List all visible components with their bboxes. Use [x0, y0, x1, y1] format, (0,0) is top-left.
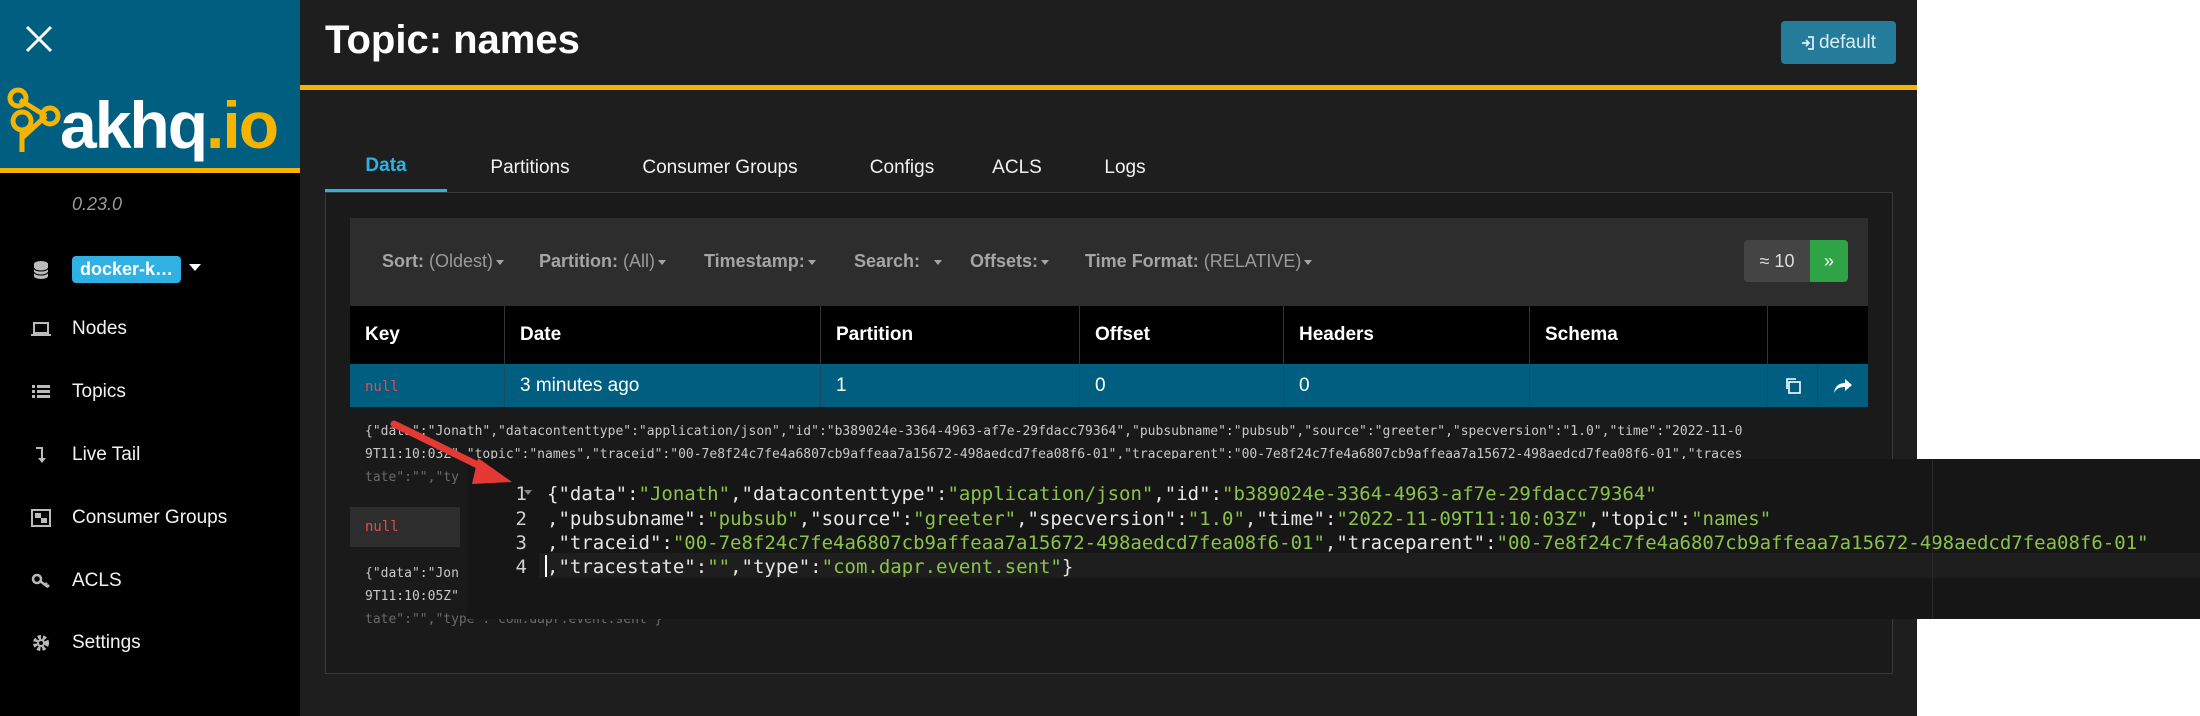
page-header: Topic: names default — [300, 0, 1917, 90]
sidebar-item-consumer-groups[interactable]: Consumer Groups — [0, 498, 300, 538]
offsets-dropdown[interactable]: Offsets: — [970, 251, 1050, 272]
sidebar: akhq.io 0.23.0 docker-k… Nodes Topics Li… — [0, 0, 300, 716]
tab-configs[interactable]: Configs — [851, 143, 953, 193]
user-button[interactable]: default — [1781, 21, 1896, 64]
line-gutter: 1 2 3 4 — [467, 459, 539, 619]
message-value-line: tate":"","ty — [365, 470, 459, 485]
object-group-icon — [31, 509, 51, 527]
logo-icon — [7, 87, 61, 152]
sidebar-item-acls[interactable]: ACLS — [0, 561, 300, 601]
close-icon[interactable] — [22, 22, 56, 56]
code-line: ,"pubsubname":"pubsub","source":"greeter… — [547, 508, 1772, 530]
table-row[interactable]: null — [350, 507, 460, 547]
cell-schema — [1530, 364, 1768, 407]
tab-partitions[interactable]: Partitions — [466, 143, 594, 193]
cell-key: null — [365, 519, 399, 535]
code-line: ,"tracestate":"","type":"com.dapr.event.… — [547, 556, 1074, 578]
caret-down-icon — [807, 259, 816, 265]
column-header-schema[interactable]: Schema — [1530, 306, 1768, 364]
caret-down-icon — [658, 259, 667, 265]
column-header-partition[interactable]: Partition — [821, 306, 1080, 364]
column-header-date[interactable]: Date — [505, 306, 821, 364]
data-toolbar: Sort: (Oldest) Partition: (All) Timestam… — [350, 218, 1868, 306]
tab-consumer-groups[interactable]: Consumer Groups — [615, 143, 825, 193]
laptop-icon — [31, 322, 51, 336]
line-number: 3 — [515, 532, 527, 554]
timestamp-dropdown[interactable]: Timestamp: — [704, 251, 816, 272]
sign-in-icon — [1801, 35, 1814, 50]
tab-data[interactable]: Data — [325, 143, 447, 193]
logo-wordmark: akhq.io — [60, 88, 279, 162]
sidebar-item-label: Live Tail — [72, 444, 141, 465]
partition-dropdown[interactable]: Partition: (All) — [539, 251, 667, 272]
page-title: Topic: names — [325, 18, 580, 62]
message-count-badge: ≈ 10 — [1744, 240, 1810, 282]
caret-down-icon — [496, 259, 505, 265]
tab-acls[interactable]: ACLS — [975, 143, 1059, 193]
key-icon — [31, 573, 50, 588]
cell-headers: 0 — [1284, 364, 1530, 407]
sidebar-item-label: Consumer Groups — [72, 507, 228, 528]
cell-offset: 0 — [1080, 364, 1284, 407]
cluster-selector[interactable]: docker-k… — [72, 256, 182, 283]
sidebar-item-label: Nodes — [72, 318, 127, 339]
sidebar-item-nodes[interactable]: Nodes — [0, 309, 300, 349]
cell-key: null — [350, 364, 505, 407]
code-line: {"data":"Jonath","datacontenttype":"appl… — [547, 483, 1657, 505]
sidebar-item-label: Settings — [72, 632, 141, 653]
column-header-key[interactable]: Key — [350, 306, 505, 364]
sidebar-item-live-tail[interactable]: Live Tail — [0, 435, 300, 475]
next-page-button[interactable]: » — [1810, 240, 1848, 282]
list-icon — [32, 385, 50, 398]
logo-area: akhq.io — [0, 0, 300, 173]
line-number: 2 — [515, 508, 527, 530]
sidebar-item-label: Topics — [72, 381, 126, 402]
user-button-label: default — [1818, 31, 1877, 53]
caret-down-icon — [1041, 259, 1050, 265]
column-header-offset[interactable]: Offset — [1080, 306, 1284, 364]
column-header-headers[interactable]: Headers — [1284, 306, 1530, 364]
tab-logs[interactable]: Logs — [1080, 143, 1170, 193]
level-down-icon — [36, 447, 46, 463]
sort-dropdown[interactable]: Sort: (Oldest) — [382, 251, 505, 272]
search-dropdown[interactable]: Search: — [854, 251, 943, 272]
line-number: 1 — [515, 483, 527, 505]
gear-icon — [33, 635, 49, 651]
line-number: 4 — [515, 556, 527, 578]
cell-date: 3 minutes ago — [505, 364, 821, 407]
text-cursor — [545, 555, 547, 577]
caret-down-icon — [934, 259, 943, 265]
table-header: Key Date Partition Offset Headers Schema — [350, 306, 1868, 364]
sidebar-item-topics[interactable]: Topics — [0, 372, 300, 412]
code-line: ,"traceid":"00-7e8f24c7fe4a6807cb9affeaa… — [547, 532, 2149, 554]
message-value-line: 9T11:10:05Z" — [365, 589, 459, 604]
fold-arrow-icon[interactable] — [524, 490, 532, 495]
share-icon[interactable] — [1818, 364, 1868, 407]
chevron-down-icon[interactable] — [189, 264, 201, 271]
database-icon — [33, 261, 49, 279]
sidebar-item-settings[interactable]: Settings — [0, 623, 300, 663]
table-row[interactable]: null 3 minutes ago 1 0 0 — [350, 364, 1868, 407]
sidebar-item-label: ACLS — [72, 570, 122, 591]
json-editor[interactable]: 1 2 3 4 {"data":"Jonath","datacontenttyp… — [467, 459, 2200, 619]
message-value-line: {"data":"Jon — [365, 566, 459, 581]
caret-down-icon — [1304, 259, 1313, 265]
app-version: 0.23.0 — [72, 194, 123, 214]
editor-divider — [1932, 459, 1933, 619]
cell-partition: 1 — [821, 364, 1080, 407]
time-format-dropdown[interactable]: Time Format: (RELATIVE) — [1085, 251, 1313, 272]
message-value-line: {"data":"Jonath","datacontenttype":"appl… — [365, 424, 1743, 439]
copy-icon[interactable] — [1768, 364, 1818, 407]
